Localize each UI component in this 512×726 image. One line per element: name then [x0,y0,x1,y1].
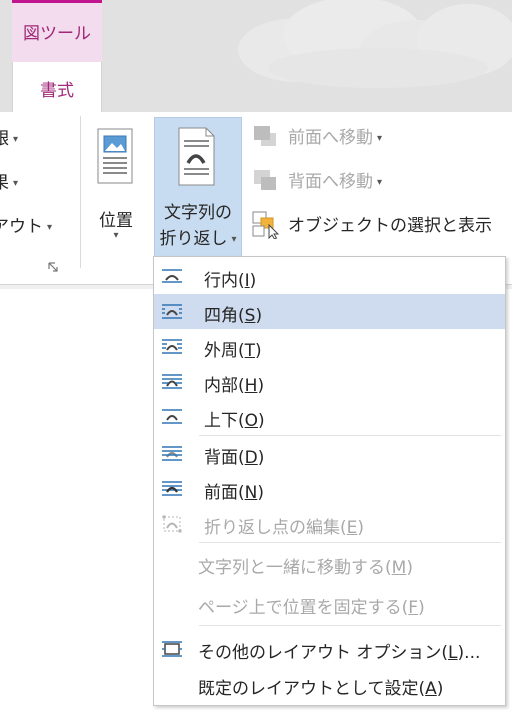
menu-item-more-layout-options[interactable]: その他のレイアウト オプション(L)... [154,631,505,666]
chevron-down-icon: ▾ [47,221,53,233]
menu-item-label: 文字列と一緒に移動する(M) [198,558,413,578]
menu-item-label: その他のレイアウト オプション(L)... [198,643,481,663]
position-icon [97,128,133,184]
wrap-tight-icon [162,339,182,354]
selection-pane-icon [252,211,280,239]
selection-pane-label: オブジェクトの選択と表示 [288,216,492,236]
wrap-behind-text-icon [162,446,182,461]
edit-wrap-points-icon [162,515,182,533]
chevron-down-icon: ▾ [13,133,19,145]
wrap-text-label-line2: 折り返し [159,229,228,249]
wrap-text-label-line2-row: 折り返し ▾ [155,224,241,249]
dialog-launcher-icon[interactable] [48,262,60,274]
menu-item-set-default[interactable]: 既定のレイアウトとして設定(A) [154,667,505,702]
menu-item-in-front[interactable]: 前面(N) [154,471,505,506]
wrap-through-icon [162,374,182,389]
menu-item-label: 折り返し点の編集(E) [204,518,365,538]
wrap-top-bottom-icon [162,409,182,424]
menu-item-behind-text[interactable]: 背面(D) [154,436,505,471]
chevron-down-icon: ▾ [377,132,383,144]
left-item-2-label: 果 [0,173,9,193]
wrap-in-front-icon [162,481,182,496]
menu-item-label: 外周(T) [204,341,262,361]
position-label: 位置 [99,211,133,231]
menu-item-label: ページ上で位置を固定する(F) [198,598,425,618]
wrap-inline-icon [162,269,182,283]
menu-item-label: 既定のレイアウトとして設定(A) [198,679,444,699]
wrap-text-label-line1: 文字列の [164,203,232,223]
menu-item-fix-position[interactable]: ページ上で位置を固定する(F) [154,586,505,621]
menu-item-label: 四角(S) [204,306,263,326]
send-backward-icon [254,170,276,190]
chevron-down-icon: ▾ [231,233,237,245]
chevron-down-icon: ▾ [13,177,19,189]
menu-item-label: 前面(N) [204,483,264,503]
menu-item-label: 上下(O) [204,411,265,431]
wrap-text-menu: 行内(I) 四角(S) 外周(T) 内部(H) 上下(O) 背面(D) 前面(N… [153,256,506,706]
menu-item-inline[interactable]: 行内(I) [154,259,505,294]
left-item-3-label: アウト [0,217,43,237]
wrap-square-icon [162,304,182,319]
left-item-2[interactable]: 果 ▾ [0,168,18,193]
layout-options-icon [162,641,182,657]
menu-item-label: 行内(I) [204,271,257,291]
left-item-1[interactable]: 銀 ▾ [0,124,18,149]
tab-strip: 図ツール 書式 [0,0,512,113]
menu-item-square[interactable]: 四角(S) [154,294,505,329]
menu-item-move-with-text[interactable]: 文字列と一緒に移動する(M) [154,546,505,581]
chevron-down-icon: ▾ [377,176,383,188]
cloud-background-art [238,0,512,88]
wrap-text-button[interactable]: 文字列の 折り返し ▾ [154,117,242,264]
menu-item-edit-wrap-points[interactable]: 折り返し点の編集(E) [154,506,505,541]
send-backward-label: 背面へ移動 ▾ [288,172,383,192]
menu-item-top-bottom[interactable]: 上下(O) [154,399,505,434]
picture-tools-label: 図ツール [23,24,91,44]
left-item-3[interactable]: アウト ▾ [0,212,52,237]
picture-tools-header: 図ツール [12,0,102,62]
group-separator [80,116,81,268]
bring-forward-icon [254,126,276,146]
left-item-1-label: 銀 [0,129,9,149]
wrap-text-icon [178,127,215,186]
menu-item-label: 背面(D) [204,448,265,468]
tab-format-label: 書式 [40,81,74,101]
chevron-down-icon: ▾ [113,230,119,241]
menu-item-tight[interactable]: 外周(T) [154,329,505,364]
menu-item-label: 内部(H) [204,376,265,396]
menu-separator [199,542,501,543]
menu-item-through[interactable]: 内部(H) [154,364,505,399]
position-button[interactable]: 位置 ▾ [86,118,146,268]
menu-separator [199,625,501,626]
bring-forward-label: 前面へ移動 ▾ [288,128,383,148]
tab-format[interactable]: 書式 [12,62,102,113]
